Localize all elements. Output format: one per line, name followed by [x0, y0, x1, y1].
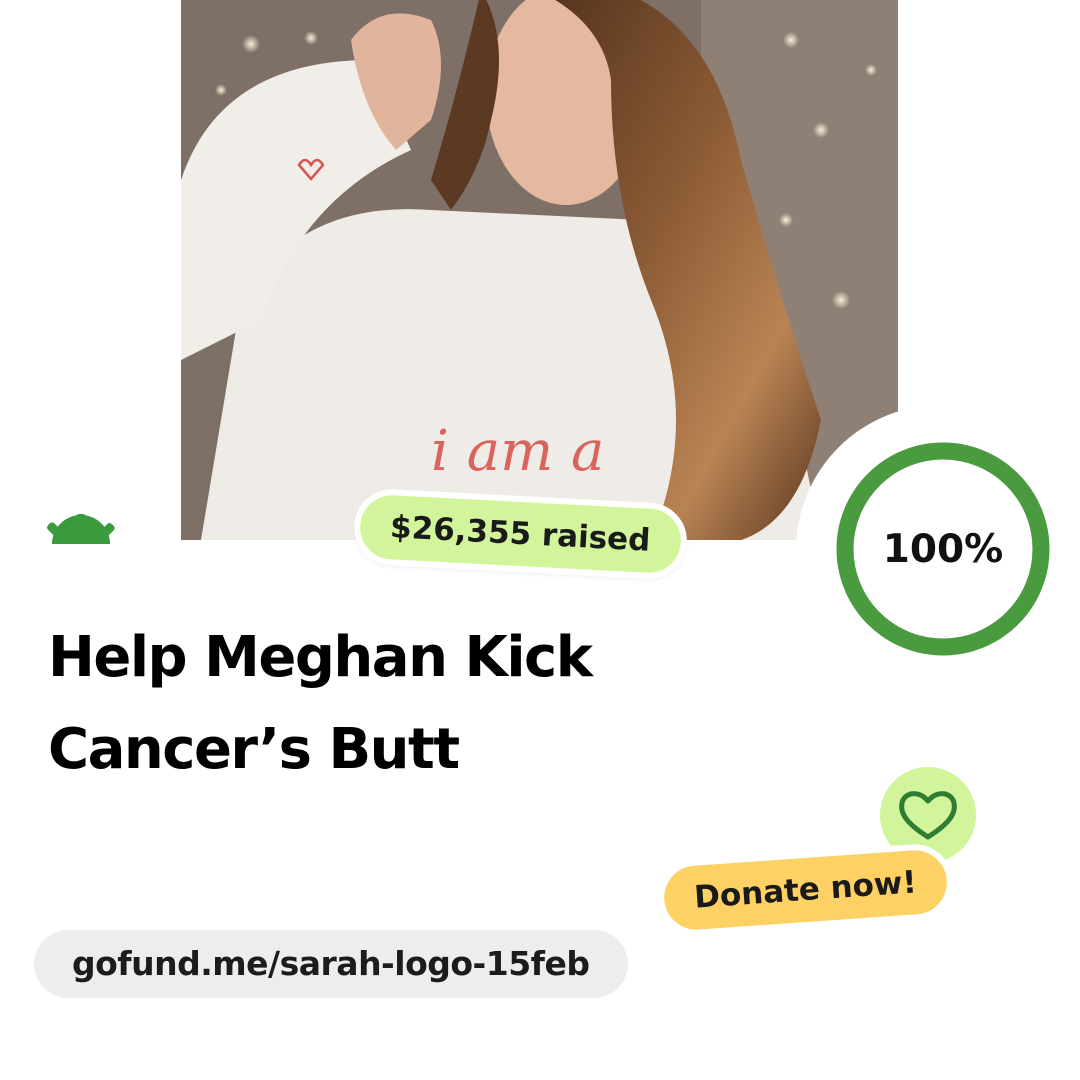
campaign-photo: i am a [181, 0, 898, 540]
campaign-title: Help Meghan Kick Cancer’s Butt [48, 612, 668, 796]
heart-icon [899, 791, 957, 840]
donate-now-button[interactable]: Donate now! [655, 841, 956, 939]
campaign-title-line-2: Cancer’s Butt [48, 717, 460, 782]
campaign-photo-illustration: i am a [181, 0, 898, 540]
campaign-title-line-1: Help Meghan Kick [48, 625, 593, 690]
svg-text:i am a: i am a [431, 419, 604, 484]
gofundme-logo-icon [38, 512, 124, 560]
progress-percent: 100% [882, 526, 1004, 572]
amount-raised-badge: $26,355 raised [352, 487, 689, 581]
progress-indicator: 100% [796, 405, 1080, 695]
campaign-link[interactable]: gofund.me/sarah-logo-15feb [34, 930, 628, 998]
